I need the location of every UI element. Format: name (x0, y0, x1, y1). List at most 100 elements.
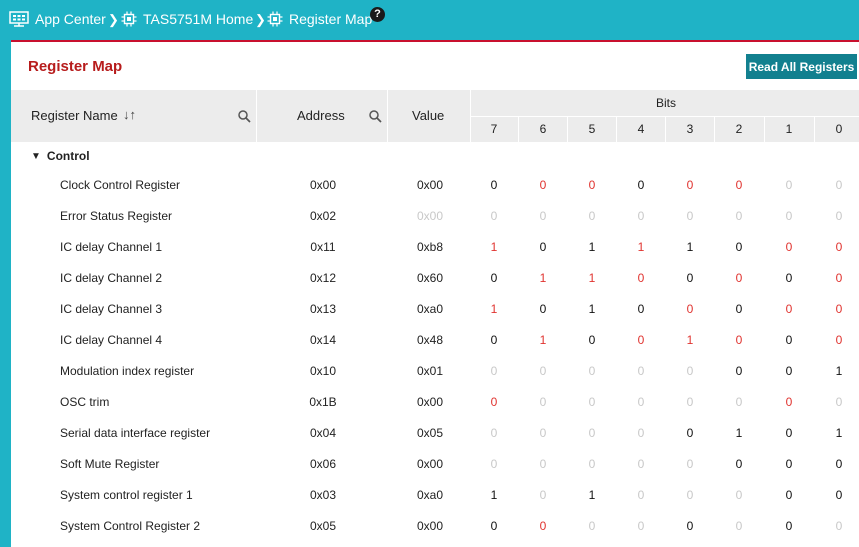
bit-cell[interactable]: 0 (631, 170, 651, 201)
bit-cell[interactable]: 0 (729, 325, 749, 356)
register-value[interactable]: 0x05 (406, 418, 454, 449)
register-value[interactable]: 0x00 (406, 387, 454, 418)
register-value[interactable]: 0x01 (406, 356, 454, 387)
register-value[interactable]: 0x00 (406, 449, 454, 480)
bit-cell[interactable]: 0 (729, 294, 749, 325)
bit-cell[interactable]: 0 (533, 232, 553, 263)
bit-cell[interactable]: 0 (484, 170, 504, 201)
bit-cell[interactable]: 0 (829, 387, 849, 418)
table-row[interactable]: IC delay Channel 1 0x11 0xb8 1 0 1 1 1 0 0 0 (11, 232, 859, 263)
bit-cell[interactable]: 0 (631, 511, 651, 542)
bit-cell[interactable]: 0 (484, 325, 504, 356)
table-row[interactable]: Soft Mute Register 0x06 0x00 0 0 0 0 0 0 0 0 (11, 449, 859, 480)
bit-cell[interactable]: 0 (829, 325, 849, 356)
table-row[interactable]: Error Status Register 0x02 0x00 0 0 0 0 0 0 0 0 (11, 201, 859, 232)
bit-cell[interactable]: 0 (533, 170, 553, 201)
table-row[interactable]: IC delay Channel 2 0x12 0x60 0 1 1 0 0 0 0 0 (11, 263, 859, 294)
group-header-control[interactable]: ▼ Control (31, 149, 90, 163)
bit-cell[interactable]: 0 (582, 387, 602, 418)
bit-cell[interactable]: 0 (829, 263, 849, 294)
bit-cell[interactable]: 0 (631, 356, 651, 387)
bit-cell[interactable]: 1 (484, 232, 504, 263)
bit-cell[interactable]: 0 (729, 387, 749, 418)
bit-cell[interactable]: 0 (729, 480, 749, 511)
bit-cell[interactable]: 1 (829, 356, 849, 387)
search-icon[interactable] (369, 110, 382, 123)
bit-cell[interactable]: 0 (729, 170, 749, 201)
bit-cell[interactable]: 0 (631, 263, 651, 294)
bit-cell[interactable]: 0 (533, 449, 553, 480)
bit-cell[interactable]: 0 (582, 325, 602, 356)
bit-cell[interactable]: 0 (533, 201, 553, 232)
bit-cell[interactable]: 0 (829, 294, 849, 325)
column-header-register-name[interactable]: Register Name (31, 108, 118, 123)
register-value[interactable]: 0xb8 (406, 232, 454, 263)
sort-icon[interactable]: ↓↑ (123, 107, 136, 122)
bit-cell[interactable]: 0 (582, 418, 602, 449)
bit-cell[interactable]: 0 (582, 170, 602, 201)
bit-cell[interactable]: 0 (779, 449, 799, 480)
bit-cell[interactable]: 0 (533, 511, 553, 542)
bit-cell[interactable]: 0 (779, 356, 799, 387)
bit-cell[interactable]: 0 (631, 387, 651, 418)
bit-cell[interactable]: 1 (829, 418, 849, 449)
bit-cell[interactable]: 0 (680, 511, 700, 542)
bit-cell[interactable]: 1 (533, 325, 553, 356)
bit-cell[interactable]: 0 (533, 418, 553, 449)
bit-cell[interactable]: 0 (484, 356, 504, 387)
bit-cell[interactable]: 0 (680, 387, 700, 418)
bit-cell[interactable]: 0 (680, 356, 700, 387)
bit-cell[interactable]: 0 (779, 418, 799, 449)
bit-cell[interactable]: 0 (680, 263, 700, 294)
bit-cell[interactable]: 0 (829, 170, 849, 201)
bit-cell[interactable]: 0 (729, 232, 749, 263)
bit-cell[interactable]: 0 (829, 511, 849, 542)
bit-cell[interactable]: 1 (484, 294, 504, 325)
table-row[interactable]: Serial data interface register 0x04 0x05 0 0… (11, 418, 859, 449)
bit-cell[interactable]: 0 (533, 387, 553, 418)
bit-cell[interactable]: 0 (779, 511, 799, 542)
bit-cell[interactable]: 0 (533, 480, 553, 511)
table-row[interactable]: IC delay Channel 4 0x14 0x48 0 1 0 0 1 0 0 0 (11, 325, 859, 356)
bit-cell[interactable]: 0 (829, 232, 849, 263)
bit-cell[interactable]: 0 (631, 449, 651, 480)
table-row[interactable]: Clock Control Register 0x00 0x00 0 0 0 0 0 0 0 0 (11, 170, 859, 201)
bit-cell[interactable]: 0 (680, 170, 700, 201)
bit-cell[interactable]: 0 (582, 449, 602, 480)
bit-cell[interactable]: 0 (582, 356, 602, 387)
breadcrumb-device-home[interactable]: TAS5751M Home (121, 10, 253, 28)
bit-cell[interactable]: 0 (680, 449, 700, 480)
bit-cell[interactable]: 0 (631, 201, 651, 232)
bit-cell[interactable]: 1 (680, 232, 700, 263)
bit-cell[interactable]: 1 (680, 325, 700, 356)
bit-cell[interactable]: 0 (631, 325, 651, 356)
bit-cell[interactable]: 0 (533, 294, 553, 325)
bit-cell[interactable]: 0 (484, 511, 504, 542)
bit-cell[interactable]: 1 (533, 263, 553, 294)
table-row[interactable]: Modulation index register 0x10 0x01 0 0 0 0 0 0 0… (11, 356, 859, 387)
bit-cell[interactable]: 0 (484, 449, 504, 480)
bit-cell[interactable]: 0 (680, 294, 700, 325)
bit-cell[interactable]: 0 (729, 201, 749, 232)
bit-cell[interactable]: 0 (484, 418, 504, 449)
bit-cell[interactable]: 0 (729, 449, 749, 480)
bit-cell[interactable]: 1 (582, 294, 602, 325)
bit-cell[interactable]: 0 (680, 201, 700, 232)
bit-cell[interactable]: 1 (729, 418, 749, 449)
register-value[interactable]: 0x00 (406, 511, 454, 542)
breadcrumb-app-center[interactable]: App Center (9, 10, 106, 28)
bit-cell[interactable]: 0 (779, 387, 799, 418)
search-icon[interactable] (238, 110, 251, 123)
caret-down-icon[interactable]: ▼ (31, 151, 41, 162)
bit-cell[interactable]: 1 (484, 480, 504, 511)
register-value[interactable]: 0x48 (406, 325, 454, 356)
bit-cell[interactable]: 0 (779, 325, 799, 356)
breadcrumb-register-map[interactable]: Register Map (267, 10, 372, 28)
register-value[interactable]: 0x60 (406, 263, 454, 294)
help-icon[interactable]: ? (370, 7, 385, 22)
bit-cell[interactable]: 0 (779, 263, 799, 294)
bit-cell[interactable]: 0 (829, 480, 849, 511)
register-value[interactable]: 0x00 (406, 170, 454, 201)
bit-cell[interactable]: 1 (582, 232, 602, 263)
bit-cell[interactable]: 0 (729, 356, 749, 387)
